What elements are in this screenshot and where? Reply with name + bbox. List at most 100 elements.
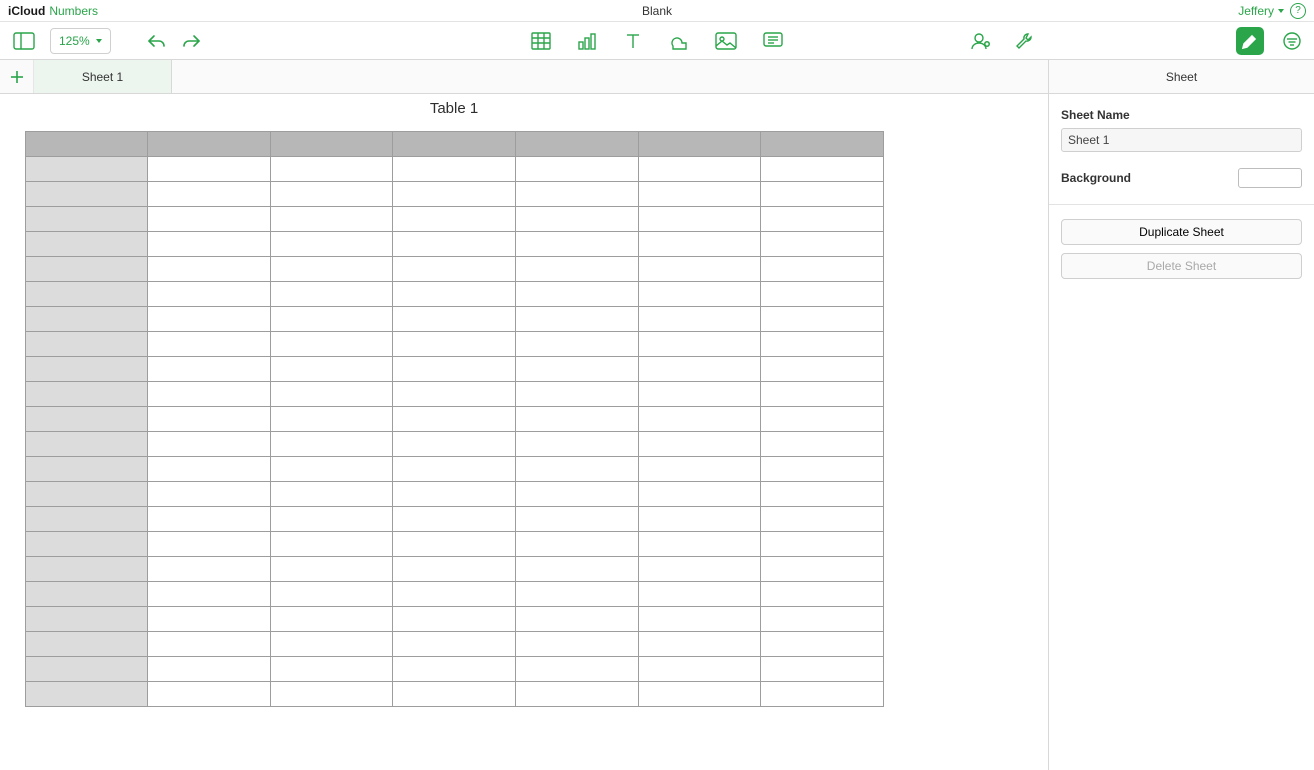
- cell[interactable]: [148, 207, 271, 232]
- duplicate-sheet-button[interactable]: Duplicate Sheet: [1061, 219, 1302, 245]
- cell[interactable]: [638, 657, 761, 682]
- row-header-cell[interactable]: [26, 207, 148, 232]
- cell[interactable]: [638, 157, 761, 182]
- cell[interactable]: [638, 582, 761, 607]
- cell[interactable]: [270, 182, 393, 207]
- toggle-sidebar-button[interactable]: [8, 27, 40, 55]
- cell[interactable]: [515, 632, 638, 657]
- cell[interactable]: [393, 532, 516, 557]
- cell[interactable]: [270, 657, 393, 682]
- cell[interactable]: [270, 382, 393, 407]
- row-header-cell[interactable]: [26, 482, 148, 507]
- cell[interactable]: [761, 432, 884, 457]
- cell[interactable]: [761, 557, 884, 582]
- inspector-tab-sheet[interactable]: Sheet: [1049, 60, 1314, 94]
- cell[interactable]: [515, 432, 638, 457]
- row-header-cell[interactable]: [26, 182, 148, 207]
- row-header-cell[interactable]: [26, 357, 148, 382]
- cell[interactable]: [148, 382, 271, 407]
- document-title[interactable]: Blank: [642, 4, 672, 18]
- cell[interactable]: [393, 632, 516, 657]
- cell[interactable]: [270, 532, 393, 557]
- cell[interactable]: [393, 557, 516, 582]
- cell[interactable]: [761, 457, 884, 482]
- cell[interactable]: [148, 257, 271, 282]
- cell[interactable]: [515, 307, 638, 332]
- cell[interactable]: [148, 457, 271, 482]
- cell[interactable]: [148, 682, 271, 707]
- cell[interactable]: [393, 357, 516, 382]
- cell[interactable]: [270, 432, 393, 457]
- cell[interactable]: [638, 282, 761, 307]
- cell[interactable]: [148, 332, 271, 357]
- organize-inspector-button[interactable]: [1278, 27, 1306, 55]
- cell[interactable]: [638, 182, 761, 207]
- cell[interactable]: [638, 557, 761, 582]
- cell[interactable]: [270, 357, 393, 382]
- cell[interactable]: [148, 532, 271, 557]
- cell[interactable]: [638, 382, 761, 407]
- cell[interactable]: [515, 507, 638, 532]
- cell[interactable]: [761, 307, 884, 332]
- row-header-cell[interactable]: [26, 682, 148, 707]
- cell[interactable]: [148, 557, 271, 582]
- cell[interactable]: [761, 157, 884, 182]
- cell[interactable]: [638, 332, 761, 357]
- cell[interactable]: [638, 607, 761, 632]
- cell[interactable]: [761, 182, 884, 207]
- cell[interactable]: [270, 482, 393, 507]
- cell[interactable]: [761, 682, 884, 707]
- icloud-link[interactable]: iCloud: [8, 4, 45, 18]
- cell[interactable]: [515, 157, 638, 182]
- cell[interactable]: [393, 257, 516, 282]
- cell[interactable]: [270, 157, 393, 182]
- row-header-cell[interactable]: [26, 382, 148, 407]
- background-color-swatch[interactable]: [1238, 168, 1302, 188]
- insert-table-button[interactable]: [527, 27, 555, 55]
- cell[interactable]: [393, 657, 516, 682]
- cell[interactable]: [393, 682, 516, 707]
- user-menu[interactable]: Jeffery: [1238, 4, 1284, 18]
- cell[interactable]: [515, 607, 638, 632]
- cell[interactable]: [638, 307, 761, 332]
- cell[interactable]: [761, 482, 884, 507]
- insert-chart-button[interactable]: [573, 27, 601, 55]
- cell[interactable]: [638, 632, 761, 657]
- cell[interactable]: [270, 307, 393, 332]
- cell[interactable]: [638, 357, 761, 382]
- format-inspector-button[interactable]: [1236, 27, 1264, 55]
- cell[interactable]: [515, 332, 638, 357]
- row-header-cell[interactable]: [26, 557, 148, 582]
- cell[interactable]: [761, 582, 884, 607]
- cell[interactable]: [270, 282, 393, 307]
- row-header-cell[interactable]: [26, 457, 148, 482]
- row-header-cell[interactable]: [26, 282, 148, 307]
- cell[interactable]: [638, 257, 761, 282]
- cell[interactable]: [270, 332, 393, 357]
- spreadsheet-table[interactable]: [25, 131, 884, 707]
- cell[interactable]: [393, 307, 516, 332]
- row-header-cell[interactable]: [26, 232, 148, 257]
- cell[interactable]: [515, 582, 638, 607]
- cell[interactable]: [393, 232, 516, 257]
- cell[interactable]: [393, 457, 516, 482]
- column-header[interactable]: [270, 132, 393, 157]
- row-header-cell[interactable]: [26, 632, 148, 657]
- column-header[interactable]: [515, 132, 638, 157]
- cell[interactable]: [270, 582, 393, 607]
- cell[interactable]: [638, 682, 761, 707]
- cell[interactable]: [515, 357, 638, 382]
- cell[interactable]: [393, 407, 516, 432]
- row-header-cell[interactable]: [26, 507, 148, 532]
- cell[interactable]: [270, 557, 393, 582]
- cell[interactable]: [393, 157, 516, 182]
- collaborate-button[interactable]: [966, 27, 996, 55]
- help-button[interactable]: ?: [1290, 3, 1306, 19]
- table-title[interactable]: Table 1: [25, 100, 883, 117]
- cell[interactable]: [761, 607, 884, 632]
- canvas[interactable]: Table 1: [0, 60, 909, 747]
- cell[interactable]: [761, 532, 884, 557]
- cell[interactable]: [515, 182, 638, 207]
- cell[interactable]: [638, 232, 761, 257]
- cell[interactable]: [638, 407, 761, 432]
